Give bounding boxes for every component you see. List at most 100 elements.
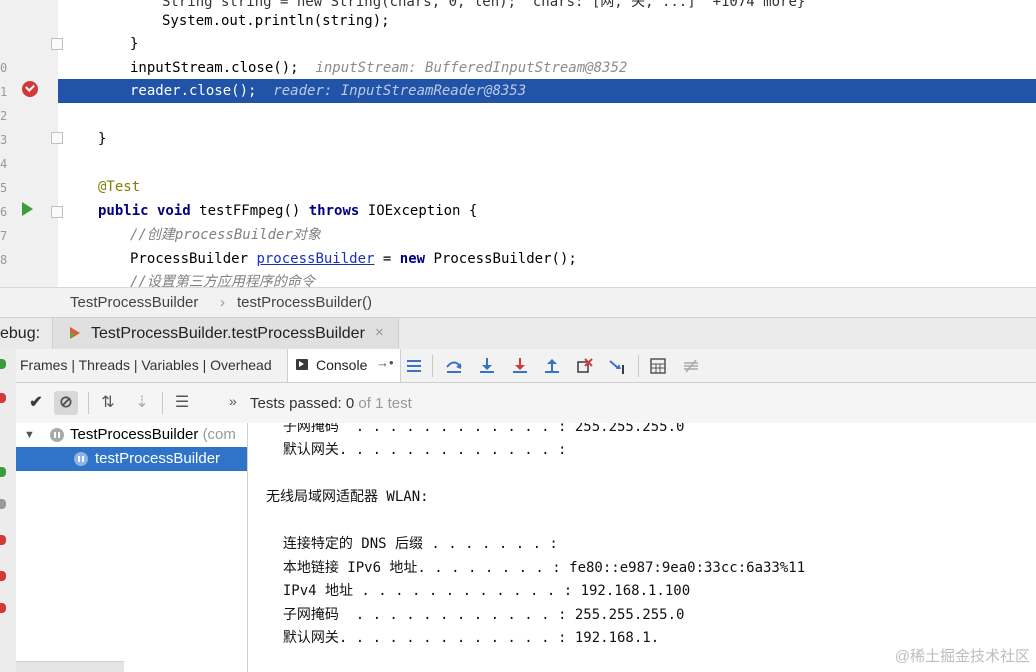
line-number: 0 <box>0 61 8 75</box>
operator: = <box>382 251 392 267</box>
console-line: 本地链接 IPv6 地址. . . . . . . . : fe80::e987… <box>266 560 806 576</box>
editor-gutter: 0 1 2 3 4 5 6 7 8 <box>0 0 58 287</box>
pin-icon[interactable]: →• <box>376 355 394 370</box>
code-text: reader.close(); <box>130 83 257 99</box>
debug-session-title: TestProcessBuilder.testProcessBuilder <box>91 325 365 342</box>
rerun-icon[interactable] <box>0 359 6 369</box>
stop-icon[interactable] <box>0 535 6 545</box>
toolbar-separator <box>638 355 639 377</box>
method-name: testFFmpeg() <box>199 203 301 219</box>
console-output[interactable]: 子网掩码 . . . . . . . . . . . . : 255.255.2… <box>248 423 1036 672</box>
test-ignored-icon <box>74 452 88 466</box>
test-ignored-icon <box>50 428 64 442</box>
debugger-view-tabs[interactable]: Frames | Threads | Variables | Overhead <box>20 357 272 373</box>
code-editor[interactable]: 0 1 2 3 4 5 6 7 8 String string = new St… <box>0 0 1036 287</box>
sort-by-duration-icon[interactable]: ⇣ <box>130 391 154 415</box>
debugger-toolbar: Frames | Threads | Variables | Overhead … <box>16 349 1036 383</box>
stop-icon[interactable] <box>0 393 6 403</box>
code-text: IOException { <box>367 203 478 219</box>
chevron-down-icon[interactable]: ▼ <box>24 423 35 447</box>
test-results-tree[interactable]: ▼ TestProcessBuilder (com testProcessBui… <box>16 423 248 672</box>
menu-icon[interactable] <box>404 356 424 376</box>
breakpoint-icon[interactable] <box>22 81 38 97</box>
code-line: System.out.println(string); <box>58 9 1036 33</box>
console-line: 默认网关. . . . . . . . . . . . . : <box>266 442 567 458</box>
step-over-icon[interactable] <box>444 356 464 376</box>
inline-debug-value: reader: InputStreamReader@8353 <box>273 83 527 99</box>
class-name: TestProcessBuilder <box>70 426 199 443</box>
console-line: 连接特定的 DNS 后缀 . . . . . . . : <box>266 536 558 552</box>
inline-debug-value: inputStream: BufferedInputStream@8352 <box>315 60 628 76</box>
junit-run-icon <box>70 327 80 339</box>
code-text: } <box>98 131 107 147</box>
variable-link[interactable]: processBuilder <box>256 251 374 267</box>
comment: //创建processBuilder对象 <box>130 227 321 243</box>
code-text: ProcessBuilder(); <box>433 251 577 267</box>
step-into-icon[interactable] <box>477 356 497 376</box>
pause-icon[interactable] <box>0 499 6 509</box>
drop-frame-icon[interactable] <box>575 356 595 376</box>
trace-icon[interactable] <box>681 356 701 376</box>
console-line: 子网掩码 . . . . . . . . . . . . : 255.255.2… <box>266 423 685 435</box>
show-passed-icon[interactable]: ✔ <box>24 391 48 415</box>
status-prefix: Tests passed: <box>250 395 346 412</box>
toolbar-separator <box>432 355 433 377</box>
run-test-icon[interactable] <box>22 202 33 216</box>
breadcrumb-separator: › <box>220 294 225 311</box>
keyword: public void <box>98 203 191 219</box>
resume-icon[interactable] <box>0 467 6 477</box>
tree-node-class[interactable]: ▼ TestProcessBuilder (com <box>16 423 247 447</box>
package-hint: (com <box>202 426 236 443</box>
annotation: @Test <box>98 179 141 195</box>
keyword: throws <box>308 203 360 219</box>
line-number: 4 <box>0 157 8 171</box>
line-number: 1 <box>0 85 8 99</box>
debug-tool-window-header: ebug: TestProcessBuilder.testProcessBuil… <box>0 317 1036 351</box>
mute-breakpoints-icon[interactable] <box>0 603 6 613</box>
sort-alphabetically-icon[interactable]: ⇅ <box>96 391 120 415</box>
tree-node-method[interactable]: testProcessBuilder <box>16 447 247 471</box>
test-status: Tests passed: 0 of 1 test <box>250 395 412 412</box>
code-line: ProcessBuilder processBuilder = new Proc… <box>58 247 1036 271</box>
current-execution-line: reader.close(); reader: InputStreamReade… <box>58 79 1036 103</box>
tab-console[interactable]: Console →• <box>287 349 401 382</box>
console-line: IPv4 地址 . . . . . . . . . . . . : 192.16… <box>266 583 691 599</box>
passed-count: 0 <box>345 395 355 412</box>
code-line: } <box>58 32 1036 56</box>
line-number: 3 <box>0 133 8 147</box>
expand-all-icon[interactable]: ☰ <box>170 391 194 415</box>
status-suffix: of 1 test <box>354 395 412 412</box>
horizontal-scrollbar[interactable] <box>16 661 124 672</box>
more-actions-icon[interactable]: » <box>229 393 237 409</box>
code-line: //创建processBuilder对象 <box>58 223 1036 247</box>
tree-node-label: testProcessBuilder <box>95 450 221 467</box>
evaluate-expression-icon[interactable] <box>648 356 668 376</box>
breadcrumb-method[interactable]: testProcessBuilder() <box>237 288 372 318</box>
view-breakpoints-icon[interactable] <box>0 571 6 581</box>
debug-side-toolbar <box>0 349 17 672</box>
console-line: 无线局域网适配器 WLAN: <box>266 489 429 505</box>
code-line: inputStream.close(); inputStream: Buffer… <box>58 56 1036 80</box>
debug-session-tab[interactable]: TestProcessBuilder.testProcessBuilder × <box>52 318 399 350</box>
console-line: 默认网关. . . . . . . . . . . . . : 192.168.… <box>266 630 660 646</box>
comment: //设置第三方应用程序的命令 <box>130 274 315 287</box>
console-icon <box>296 359 308 370</box>
step-out-icon[interactable] <box>542 356 562 376</box>
line-number: 7 <box>0 229 8 243</box>
line-number: 8 <box>0 253 8 267</box>
watermark: @稀土掘金技术社区 <box>894 648 1030 665</box>
force-step-into-icon[interactable] <box>510 356 530 376</box>
run-to-cursor-icon[interactable] <box>608 356 628 376</box>
code-line: //设置第三方应用程序的命令 <box>58 270 1036 287</box>
code-text: inputStream.close(); <box>130 60 299 76</box>
line-number: 6 <box>0 205 8 219</box>
code-text: } <box>130 36 139 52</box>
show-ignored-icon[interactable]: ⊘ <box>54 391 78 415</box>
code-line: @Test <box>58 175 1036 199</box>
console-line: 子网掩码 . . . . . . . . . . . . : 255.255.2… <box>266 607 685 623</box>
toolbar-separator <box>162 392 163 414</box>
code-line: } <box>58 127 1036 151</box>
toolbar-separator <box>88 392 89 414</box>
close-icon[interactable]: × <box>375 324 384 341</box>
breadcrumb-class[interactable]: TestProcessBuilder <box>70 288 198 318</box>
